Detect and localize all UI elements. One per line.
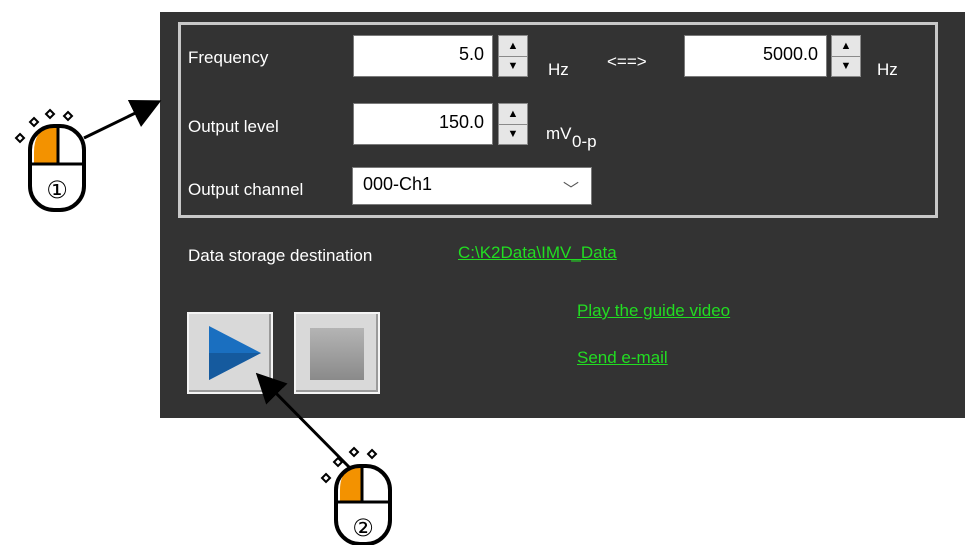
- guide-video-link[interactable]: Play the guide video: [577, 301, 730, 321]
- storage-label: Data storage destination: [188, 246, 373, 265]
- marker-2-label: ②: [352, 514, 374, 542]
- output-level-input[interactable]: 150.0: [353, 103, 493, 145]
- stop-button[interactable]: [294, 312, 380, 394]
- spin-up-icon[interactable]: ▲: [499, 36, 527, 57]
- spin-up-icon[interactable]: ▲: [499, 104, 527, 125]
- storage-path-link[interactable]: C:\K2Data\IMV_Data: [458, 243, 617, 263]
- output-level-value: 150.0: [438, 112, 484, 132]
- spin-down-icon[interactable]: ▼: [832, 56, 860, 76]
- send-email-link[interactable]: Send e-mail: [577, 348, 668, 368]
- play-icon: [209, 326, 261, 380]
- frequency-range-separator: <==>: [607, 52, 647, 71]
- frequency-end-input[interactable]: 5000.0: [684, 35, 827, 77]
- stop-icon: [310, 328, 364, 380]
- arrow-to-settings: [83, 100, 162, 140]
- marker-1-label: ①: [46, 176, 68, 204]
- output-channel-label: Output channel: [188, 180, 304, 199]
- frequency-start-spinner[interactable]: ▲ ▼: [498, 35, 528, 77]
- spin-down-icon[interactable]: ▼: [499, 56, 527, 76]
- output-channel-selected: 000-Ch1: [363, 174, 433, 194]
- frequency-end-value: 5000.0: [762, 44, 818, 64]
- output-channel-select[interactable]: 000-Ch1 ﹀: [352, 167, 592, 205]
- frequency-start-input[interactable]: 5.0: [353, 35, 493, 77]
- frequency-start-value: 5.0: [458, 44, 484, 64]
- output-level-spinner[interactable]: ▲ ▼: [498, 103, 528, 145]
- spin-up-icon[interactable]: ▲: [832, 36, 860, 57]
- output-level-unit-suffix: 0-p: [572, 132, 597, 151]
- frequency-start-unit: Hz: [548, 60, 569, 79]
- output-level-unit: mV: [546, 124, 572, 143]
- chevron-down-icon[interactable]: ﹀: [563, 176, 579, 200]
- output-level-label: Output level: [188, 117, 279, 136]
- spin-down-icon[interactable]: ▼: [499, 124, 527, 144]
- mouse-click-icon-1: ①: [14, 108, 86, 212]
- mouse-click-icon-2: ②: [320, 446, 392, 545]
- frequency-end-unit: Hz: [877, 60, 898, 79]
- frequency-end-spinner[interactable]: ▲ ▼: [831, 35, 861, 77]
- play-button[interactable]: [187, 312, 273, 394]
- frequency-label: Frequency: [188, 48, 269, 67]
